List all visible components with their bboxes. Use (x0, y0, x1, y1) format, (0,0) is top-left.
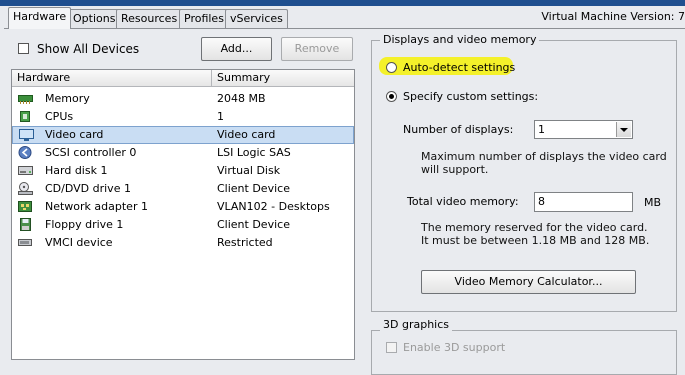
3d-graphics-title: 3D graphics (380, 318, 452, 331)
hardware-summary: Client Device (217, 182, 290, 195)
floppy-icon (18, 218, 33, 231)
hardware-row-scsi-controller[interactable]: SCSI controller 0 LSI Logic SAS (12, 144, 354, 162)
hardware-row-memory[interactable]: Memory 2048 MB (12, 90, 354, 108)
vm-version-label: Virtual Machine Version: 7 (541, 10, 685, 23)
num-displays-label: Number of displays: (403, 123, 514, 136)
hardware-summary: Restricted (217, 236, 273, 249)
cpu-icon (18, 110, 33, 123)
enable-3d-checkbox[interactable] (386, 342, 397, 353)
auto-detect-label: Auto-detect settings (403, 61, 516, 74)
hardware-name: Network adapter 1 (45, 200, 148, 213)
hardware-name: CD/DVD drive 1 (45, 182, 131, 195)
video-memory-help-line2: It must be between 1.18 MB and 128 MB. (421, 234, 650, 247)
column-header-summary[interactable]: Summary (212, 70, 354, 87)
specify-custom-radio[interactable] (386, 91, 397, 102)
auto-detect-radio[interactable] (386, 62, 397, 73)
column-header-hardware[interactable]: Hardware (12, 70, 212, 87)
hardware-row-hard-disk[interactable]: Hard disk 1 Virtual Disk (12, 162, 354, 180)
hardware-summary: LSI Logic SAS (217, 146, 291, 159)
memory-icon (18, 92, 33, 105)
cd-dvd-icon (18, 182, 33, 195)
hardware-row-cd-dvd[interactable]: CD/DVD drive 1 Client Device (12, 180, 354, 198)
hardware-list[interactable]: Hardware Summary Memory 2048 MB CPUs 1 V… (11, 69, 355, 360)
network-adapter-icon (18, 200, 33, 213)
num-displays-help-line1: Maximum number of displays the video car… (421, 150, 667, 163)
enable-3d-label: Enable 3D support (403, 341, 506, 354)
displays-group-title: Displays and video memory (380, 33, 540, 46)
remove-button[interactable]: Remove (281, 37, 353, 61)
hardware-summary: Client Device (217, 218, 290, 231)
show-all-devices-checkbox[interactable] (18, 43, 29, 54)
num-displays-help: Maximum number of displays the video car… (421, 150, 667, 176)
num-displays-select[interactable]: 1 (534, 120, 633, 139)
vmci-icon (18, 236, 33, 249)
hardware-name: Hard disk 1 (45, 164, 108, 177)
specify-custom-label: Specify custom settings: (403, 90, 539, 103)
num-displays-value: 1 (538, 123, 545, 136)
hardware-name: Video card (45, 128, 104, 141)
show-all-devices-label: Show All Devices (37, 42, 140, 56)
tab-divider (4, 28, 685, 29)
scsi-controller-icon (18, 146, 33, 159)
hardware-row-network-adapter[interactable]: Network adapter 1 VLAN102 - Desktops (12, 198, 354, 216)
tab-profiles[interactable]: Profiles (179, 9, 229, 28)
hardware-summary: VLAN102 - Desktops (217, 200, 330, 213)
hardware-name: SCSI controller 0 (45, 146, 137, 159)
video-memory-unit: MB (644, 196, 662, 209)
hardware-row-video-card[interactable]: Video card Video card (12, 126, 354, 144)
window-title-bar (0, 0, 685, 6)
hardware-name: Floppy drive 1 (45, 218, 124, 231)
hardware-summary: Virtual Disk (217, 164, 281, 177)
video-memory-calculator-button[interactable]: Video Memory Calculator... (421, 270, 636, 294)
hardware-name: CPUs (45, 110, 74, 123)
hardware-name: VMCI device (45, 236, 113, 249)
video-memory-help: The memory reserved for the video card. … (421, 221, 649, 247)
hard-disk-icon (18, 164, 33, 177)
hardware-summary: 2048 MB (217, 92, 266, 105)
tab-resources[interactable]: Resources (116, 9, 183, 28)
num-displays-help-line2: will support. (421, 163, 489, 176)
tab-options[interactable]: Options (68, 9, 121, 28)
video-memory-input[interactable]: 8 (534, 192, 633, 212)
chevron-down-icon[interactable] (616, 122, 631, 137)
hardware-summary: 1 (217, 110, 224, 123)
tab-hardware[interactable]: Hardware (8, 7, 72, 29)
hardware-row-cpus[interactable]: CPUs 1 (12, 108, 354, 126)
hardware-row-vmci[interactable]: VMCI device Restricted (12, 234, 354, 252)
add-button[interactable]: Add... (201, 37, 272, 61)
hardware-name: Memory (45, 92, 90, 105)
tab-vservices[interactable]: vServices (225, 9, 288, 28)
video-memory-label: Total video memory: (407, 195, 519, 208)
monitor-icon (19, 129, 34, 142)
hardware-row-floppy[interactable]: Floppy drive 1 Client Device (12, 216, 354, 234)
hardware-summary: Video card (217, 128, 276, 141)
video-memory-help-line1: The memory reserved for the video card. (421, 221, 648, 234)
